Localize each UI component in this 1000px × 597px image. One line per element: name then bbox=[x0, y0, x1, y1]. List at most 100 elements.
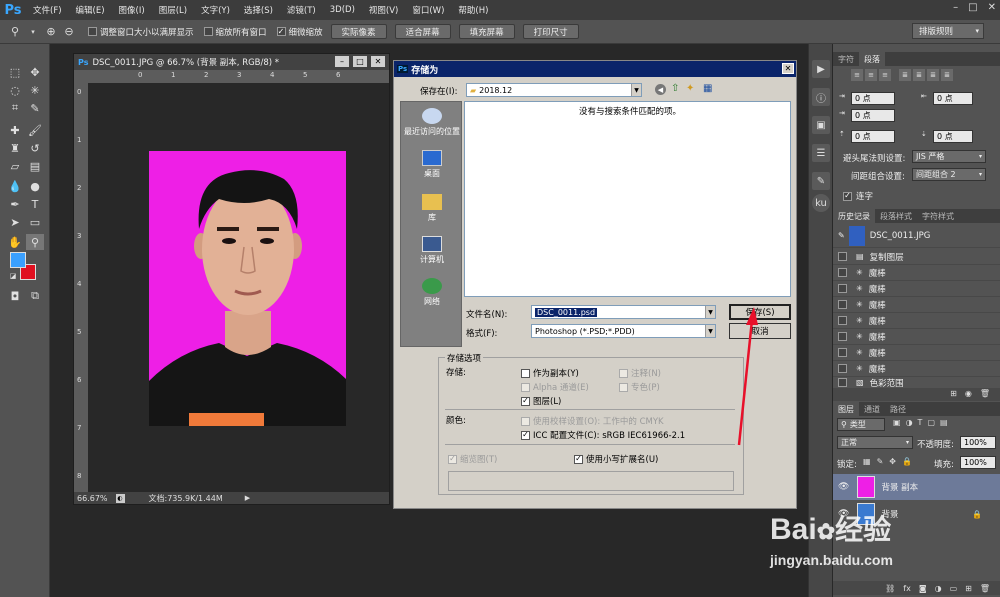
lock-position-icon[interactable]: ✥ bbox=[889, 457, 896, 466]
maximize-icon[interactable]: □ bbox=[353, 56, 367, 67]
tab-channels[interactable]: 通道 bbox=[859, 402, 885, 416]
maximize-icon[interactable]: □ bbox=[968, 2, 977, 13]
checkbox-box[interactable]: ✓ bbox=[521, 430, 530, 440]
eyedropper-icon[interactable]: ✎ bbox=[26, 100, 44, 116]
pixel-filter-icon[interactable]: ▣ bbox=[893, 418, 901, 427]
menu-type[interactable]: 文字(Y) bbox=[194, 4, 237, 16]
tab-paragraph-styles[interactable]: 段落样式 bbox=[875, 209, 917, 223]
align-center-icon[interactable]: ≡ bbox=[865, 69, 877, 81]
zoom-in-icon[interactable]: ⊕ bbox=[42, 24, 60, 40]
workspace-select[interactable]: 排版规则 ▾ bbox=[912, 23, 984, 39]
file-list[interactable]: 没有与搜索条件匹配的项。 bbox=[464, 101, 791, 297]
lasso-tool-icon[interactable]: ◌ bbox=[6, 82, 24, 98]
menu-layer[interactable]: 图层(L) bbox=[152, 4, 194, 16]
place-computer[interactable]: 计算机 bbox=[401, 236, 463, 265]
checkbox-box[interactable] bbox=[838, 300, 847, 309]
tab-history[interactable]: 历史记录 bbox=[833, 209, 875, 223]
justify-all-icon[interactable]: ≣ bbox=[941, 69, 953, 81]
space-before-input[interactable]: 0 点 bbox=[851, 130, 895, 143]
link-icon[interactable]: ⛓ bbox=[885, 584, 895, 593]
checkbox-box[interactable] bbox=[88, 27, 97, 36]
menu-window[interactable]: 窗口(W) bbox=[405, 4, 451, 16]
dodge-tool-icon[interactable]: ● bbox=[26, 178, 44, 194]
checkbox-box[interactable] bbox=[203, 27, 213, 36]
lowercase-extension-checkbox[interactable]: ✓ 使用小写扩展名(U) bbox=[574, 453, 658, 465]
history-item[interactable]: ✳ 魔棒 bbox=[833, 297, 1000, 313]
chevron-down-icon[interactable]: ▼ bbox=[705, 306, 715, 318]
as-copy-checkbox[interactable]: 作为副本(Y) bbox=[521, 367, 579, 379]
minimize-icon[interactable]: – bbox=[953, 2, 958, 13]
document-canvas[interactable] bbox=[88, 83, 389, 492]
lock-all-icon[interactable]: 🔒 bbox=[902, 457, 912, 466]
space-after-input[interactable]: 0 点 bbox=[933, 130, 973, 143]
save-in-select[interactable]: ▰ 2018.12 ▼ bbox=[466, 83, 642, 97]
default-colors-icon[interactable]: ◪ bbox=[4, 268, 22, 284]
marquee-tool-icon[interactable]: ⬚ bbox=[6, 64, 24, 80]
back-icon[interactable]: ◀ bbox=[655, 84, 666, 95]
adjustment-filter-icon[interactable]: ◑ bbox=[906, 418, 913, 427]
tab-layers[interactable]: 图层 bbox=[833, 402, 859, 416]
checkbox-box[interactable]: ✓ bbox=[843, 191, 852, 201]
blur-tool-icon[interactable]: 💧 bbox=[6, 178, 24, 194]
checkbox-box[interactable] bbox=[838, 348, 847, 357]
justify-right-icon[interactable]: ≣ bbox=[927, 69, 939, 81]
layer-comps-icon[interactable]: ▣ bbox=[812, 116, 830, 134]
new-document-icon[interactable]: ⊞ bbox=[950, 389, 957, 401]
menu-select[interactable]: 选择(S) bbox=[237, 4, 280, 16]
checkbox-box[interactable]: ✓ bbox=[276, 27, 286, 36]
pen-tool-icon[interactable]: ✒ bbox=[6, 196, 24, 212]
healing-brush-icon[interactable]: ✚ bbox=[6, 122, 24, 138]
type-tool-icon[interactable]: T bbox=[26, 196, 44, 212]
up-folder-icon[interactable]: ⇧ bbox=[671, 83, 679, 94]
justify-center-icon[interactable]: ≣ bbox=[913, 69, 925, 81]
fit-screen-button[interactable]: 适合屏幕 bbox=[394, 24, 451, 39]
shape-tool-icon[interactable]: ▭ bbox=[26, 214, 44, 230]
align-right-icon[interactable]: ≡ bbox=[879, 69, 891, 81]
resize-windows-checkbox[interactable]: 调整窗口大小以满屏显示 bbox=[88, 26, 194, 38]
tab-character[interactable]: 字符 bbox=[833, 52, 859, 66]
history-item[interactable]: ▤ 复制图层 bbox=[833, 249, 1000, 265]
view-menu-icon[interactable]: ▦ bbox=[703, 83, 712, 94]
zoom-tool-icon[interactable]: ⚲ bbox=[26, 234, 44, 250]
checkbox-box[interactable] bbox=[838, 268, 847, 277]
path-selection-icon[interactable]: ➤ bbox=[6, 214, 24, 230]
portrait-photo[interactable] bbox=[149, 151, 346, 426]
foreground-color-swatch[interactable] bbox=[10, 252, 26, 268]
brush-tool-icon[interactable]: 🖌 bbox=[26, 122, 44, 138]
magic-wand-icon[interactable]: ✳ bbox=[26, 82, 44, 98]
layers-checkbox[interactable]: ✓ 图层(L) bbox=[521, 395, 561, 407]
play-icon[interactable]: ▶ bbox=[812, 60, 830, 78]
checkbox-box[interactable] bbox=[838, 378, 847, 387]
menu-help[interactable]: 帮助(H) bbox=[451, 4, 495, 16]
close-icon[interactable]: ✕ bbox=[782, 63, 794, 74]
history-item[interactable]: ▧ 色彩范围 bbox=[833, 377, 1000, 389]
checkbox-box[interactable] bbox=[838, 364, 847, 373]
checkbox-box[interactable] bbox=[838, 316, 847, 325]
place-recent[interactable]: 最近访问的位置 bbox=[401, 108, 463, 137]
checkbox-box[interactable] bbox=[521, 368, 530, 378]
fx-icon[interactable]: fx bbox=[903, 584, 911, 593]
mask-icon[interactable]: ◙ bbox=[919, 584, 927, 593]
folder-icon[interactable]: ▭ bbox=[950, 584, 958, 593]
status-menu-icon[interactable]: ◐ bbox=[115, 493, 125, 503]
lock-image-icon[interactable]: ✎ bbox=[877, 457, 884, 466]
scrubby-zoom-checkbox[interactable]: ✓ 细微缩放 bbox=[276, 26, 323, 38]
eraser-icon[interactable]: ▱ bbox=[6, 158, 24, 174]
justify-left-icon[interactable]: ≣ bbox=[899, 69, 911, 81]
hanging-select[interactable]: JIS 严格 ▾ bbox=[912, 150, 986, 163]
layer-row[interactable]: 👁 背景 副本 bbox=[833, 474, 1000, 500]
menu-image[interactable]: 图像(I) bbox=[112, 4, 152, 16]
menu-view[interactable]: 视图(V) bbox=[362, 4, 405, 16]
zoom-out-icon[interactable]: ⊖ bbox=[60, 24, 78, 40]
dialog-title-bar[interactable]: Ps 存储为 ✕ bbox=[394, 61, 796, 77]
history-item[interactable]: ✳ 魔棒 bbox=[833, 281, 1000, 297]
clone-stamp-icon[interactable]: ♜ bbox=[6, 140, 24, 156]
format-select[interactable]: Photoshop (*.PSD;*.PDD) ▼ bbox=[531, 324, 716, 338]
crop-tool-icon[interactable]: ⌗ bbox=[6, 100, 24, 116]
camera-icon[interactable]: ◉ bbox=[965, 389, 972, 401]
opacity-input[interactable]: 100% bbox=[960, 436, 996, 449]
chevron-right-icon[interactable]: ▶ bbox=[245, 494, 250, 502]
close-icon[interactable]: ✕ bbox=[371, 56, 385, 67]
indent-left-input[interactable]: 0 点 bbox=[851, 92, 895, 105]
hand-tool-icon[interactable]: ✋ bbox=[6, 234, 24, 250]
